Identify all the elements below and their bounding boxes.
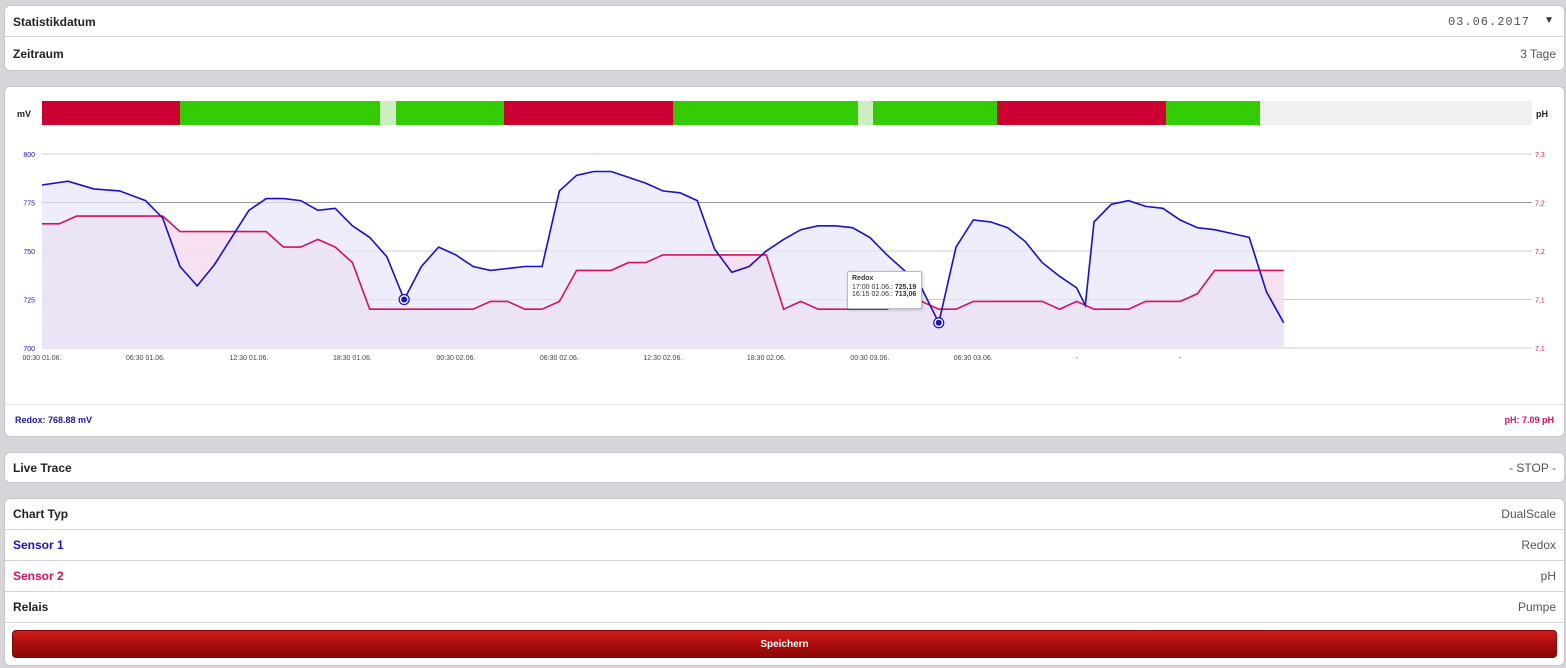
x-tick-label: 12:30 01.06. [229, 355, 268, 362]
data-point-marker-dot [401, 296, 408, 303]
chart-tooltip: Redox 17:00 01.06.: 725,19 16:15 02.06.:… [847, 271, 922, 309]
live-trace-label: Live Trace [13, 461, 72, 475]
y-right-tick-label: 7,2 [1535, 249, 1545, 256]
relay-value[interactable]: Pumpe [1518, 600, 1556, 614]
relay-segment-on [42, 101, 180, 125]
period-row[interactable]: Zeitraum 3 Tage [5, 37, 1564, 70]
x-tick-label: 00:30 01.06. [23, 355, 62, 362]
save-button[interactable]: Speichern [12, 630, 1557, 658]
x-tick-label: 06:30 01.06. [126, 355, 165, 362]
chart-type-label: Chart Typ [13, 507, 69, 521]
x-tick-label: 06:30 03.06. [954, 355, 993, 362]
relay-row[interactable]: Relais Pumpe [5, 592, 1564, 623]
x-tick-label: 18:30 01.06. [333, 355, 372, 362]
relay-segment-off [873, 101, 998, 125]
y-left-tick-label: 800 [23, 152, 35, 159]
sensor1-label: Sensor 1 [13, 538, 64, 552]
right-axis-unit: pH [1536, 109, 1548, 119]
save-row: Speichern [5, 623, 1564, 665]
y-right-tick-label: 7,2 [1535, 201, 1545, 208]
tooltip-line-2: 16:15 02.06.: 713,06 [852, 291, 917, 298]
chart-type-row[interactable]: Chart Typ DualScale [5, 499, 1564, 530]
period-label: Zeitraum [13, 47, 64, 61]
y-right-tick-label: 7,3 [1535, 152, 1545, 159]
x-tick-label: 00:30 02.06. [436, 355, 475, 362]
sensor1-current-value: Redox: 768.88 mV [15, 415, 93, 425]
relay-segment-gap [380, 101, 396, 125]
live-trace-row[interactable]: Live Trace - STOP - [5, 453, 1564, 482]
tooltip-title: Redox [852, 275, 874, 282]
x-tick-label: 06:30 02.06. [540, 355, 579, 362]
relay-segment-on [504, 101, 674, 125]
y-left-tick-label: 750 [23, 249, 35, 256]
left-axis-unit: mV [17, 109, 32, 119]
x-tick-label: - [1076, 355, 1079, 362]
relay-segment-gap [857, 101, 874, 125]
period-value[interactable]: 3 Tage [1520, 47, 1556, 61]
relay-segment-off [179, 101, 380, 125]
line-chart[interactable]: 800 7,3 775 7,2 750 7,2 725 7,1 700 7,1 00:30 01.0… [5, 127, 1564, 427]
settings-panel: Chart Typ DualScale Sensor 1 Redox Senso… [4, 498, 1565, 666]
chart-type-value[interactable]: DualScale [1501, 507, 1556, 521]
relay-status-bar [42, 101, 1532, 125]
sensor2-value[interactable]: pH [1541, 569, 1556, 583]
live-trace-status[interactable]: - STOP - [1509, 461, 1556, 475]
statistics-panel: Statistikdatum 03.06.2017 ▼ Zeitraum 3 T… [4, 5, 1565, 71]
sensor2-label: Sensor 2 [13, 569, 64, 583]
y-left-tick-label: 725 [23, 298, 35, 305]
relay-segment-on [997, 101, 1167, 125]
y-left-tick-label: 700 [23, 346, 35, 353]
y-right-tick-label: 7,1 [1535, 346, 1545, 353]
data-point-marker-dot [935, 319, 942, 326]
statistics-date-value[interactable]: 03.06.2017 [1448, 15, 1530, 29]
statistics-date-label: Statistikdatum [13, 15, 96, 29]
chart-panel: mV pH 800 7,3 775 7,2 750 7,2 725 7,1 700 7,1 00:3… [4, 86, 1565, 437]
relay-segment-off [673, 101, 858, 125]
tooltip-line-1: 17:00 01.06.: 725,19 [852, 284, 917, 291]
x-tick-label: - [1179, 355, 1182, 362]
y-right-tick-label: 7,1 [1535, 298, 1545, 305]
chart-footer-divider [5, 404, 1564, 405]
sensor1-value[interactable]: Redox [1521, 538, 1556, 552]
relay-label: Relais [13, 600, 49, 614]
x-tick-label: 18:30 02.06. [747, 355, 786, 362]
relay-segment-off [1166, 101, 1260, 125]
dropdown-arrow-icon[interactable]: ▼ [1544, 15, 1554, 26]
redox-area [42, 171, 1284, 348]
relay-segment-off [395, 101, 505, 125]
statistics-date-row[interactable]: Statistikdatum 03.06.2017 ▼ [5, 6, 1564, 37]
sensor2-row[interactable]: Sensor 2 pH [5, 561, 1564, 592]
sensor1-row[interactable]: Sensor 1 Redox [5, 530, 1564, 561]
sensor2-current-value: pH: 7.09 pH [1504, 415, 1554, 425]
x-tick-label: 12:30 02.06. [643, 355, 682, 362]
x-tick-label: 00:30 03.06. [850, 355, 889, 362]
live-trace-panel[interactable]: Live Trace - STOP - [4, 452, 1565, 483]
y-left-tick-label: 775 [23, 201, 35, 208]
